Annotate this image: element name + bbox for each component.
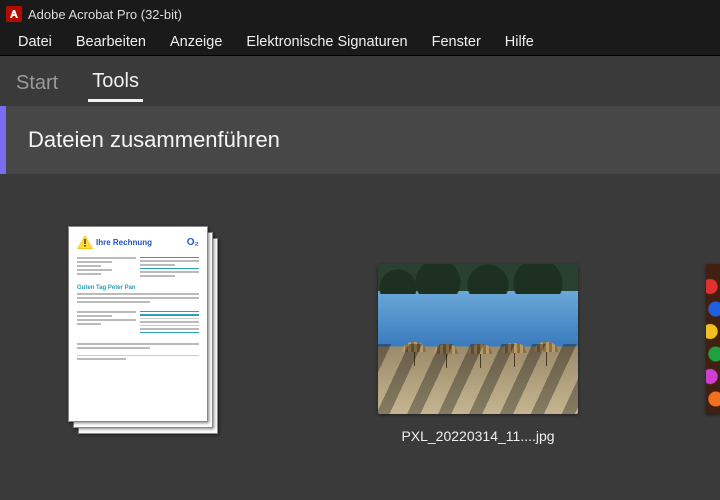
menu-hilfe[interactable]: Hilfe	[493, 30, 546, 54]
pdf-stack-icon: Ihre Rechnung O₂ Guten	[68, 226, 218, 434]
doc-heading: Ihre Rechnung	[96, 238, 152, 247]
menu-anzeige[interactable]: Anzeige	[158, 30, 234, 54]
brand-logo: O₂	[187, 237, 199, 248]
menu-signaturen[interactable]: Elektronische Signaturen	[234, 30, 419, 54]
titlebar: Adobe Acrobat Pro (32-bit)	[0, 0, 720, 28]
content-area: Ihre Rechnung O₂ Guten	[0, 174, 720, 500]
file-caption: PXL_20220314_11....jpg	[401, 428, 554, 444]
menu-datei[interactable]: Datei	[6, 30, 64, 54]
menubar: Datei Bearbeiten Anzeige Elektronische S…	[0, 28, 720, 56]
tool-title: Dateien zusammenführen	[28, 127, 280, 153]
file-thumb-partial[interactable]	[706, 264, 720, 414]
menu-fenster[interactable]: Fenster	[420, 30, 493, 54]
tab-tools[interactable]: Tools	[88, 60, 143, 102]
doc-section: Guten Tag Peter Pan	[77, 285, 199, 291]
file-thumb-pdf[interactable]: Ihre Rechnung O₂ Guten	[68, 226, 218, 434]
tool-header: Dateien zusammenführen	[0, 106, 720, 174]
window-title: Adobe Acrobat Pro (32-bit)	[28, 7, 182, 22]
tabbar: Start Tools	[0, 56, 720, 106]
acrobat-icon	[6, 6, 22, 22]
menu-bearbeiten[interactable]: Bearbeiten	[64, 30, 158, 54]
photo-preview	[378, 264, 578, 414]
accent-bar	[0, 106, 6, 174]
warning-icon	[77, 235, 93, 249]
tab-start[interactable]: Start	[12, 62, 62, 101]
file-thumb-photo[interactable]: PXL_20220314_11....jpg	[378, 264, 578, 444]
